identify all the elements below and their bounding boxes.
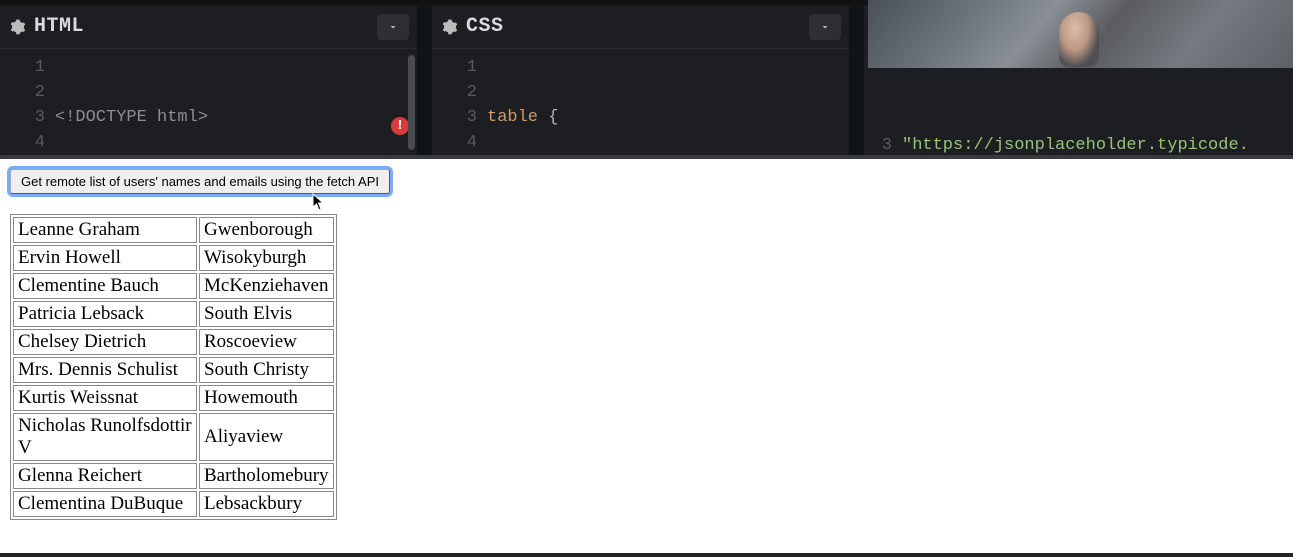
table-row: Nicholas Runolfsdottir VAliyaview (13, 413, 334, 461)
user-name-cell: Patricia Lebsack (13, 301, 197, 327)
bottom-bar (0, 553, 1293, 557)
user-city-cell: McKenziehaven (199, 273, 334, 299)
cursor-icon (312, 193, 326, 211)
pane-dropdown-css[interactable] (809, 14, 841, 40)
pane-dropdown-html[interactable] (377, 14, 409, 40)
pane-title-css: CSS (466, 15, 504, 38)
gutter-html: 1 2 3 4 (0, 55, 55, 155)
scrollbar-html[interactable] (408, 55, 415, 150)
pane-header-css: CSS (432, 5, 849, 49)
user-city-cell: Gwenborough (199, 217, 334, 243)
gear-icon[interactable] (10, 19, 26, 35)
table-row: Mrs. Dennis SchulistSouth Christy (13, 357, 334, 383)
error-badge[interactable]: ! (391, 117, 409, 135)
user-name-cell: Ervin Howell (13, 245, 197, 271)
chevron-down-icon (387, 21, 399, 33)
chevron-down-icon (819, 21, 831, 33)
table-row: Glenna ReichertBartholomebury (13, 463, 334, 489)
table-row: Patricia LebsackSouth Elvis (13, 301, 334, 327)
code-lines-html: <!DOCTYPE html> <html lang="en"> <head> … (55, 55, 417, 155)
user-name-cell: Mrs. Dennis Schulist (13, 357, 197, 383)
user-city-cell: Lebsackbury (199, 491, 334, 517)
table-row: Leanne GrahamGwenborough (13, 217, 334, 243)
table-row: Clementine BauchMcKenziehaven (13, 273, 334, 299)
code-lines-js: "https://jsonplaceholder.typicode. com/u… (902, 83, 1293, 155)
code-lines-css: table { margin-top: 20px; } table, tr, t… (487, 55, 849, 155)
webcam-overlay (868, 0, 1293, 68)
fetch-users-button[interactable]: Get remote list of users' names and emai… (10, 169, 390, 194)
user-city-cell: Aliyaview (199, 413, 334, 461)
users-table: Leanne GrahamGwenboroughErvin HowellWiso… (10, 214, 337, 520)
user-name-cell: Chelsey Dietrich (13, 329, 197, 355)
code-body-css[interactable]: 1 2 3 4 table { margin-top: 20px; } tabl… (432, 49, 849, 155)
user-city-cell: South Elvis (199, 301, 334, 327)
table-row: Clementina DuBuqueLebsackbury (13, 491, 334, 517)
user-name-cell: Nicholas Runolfsdottir V (13, 413, 197, 461)
gear-icon[interactable] (442, 19, 458, 35)
user-city-cell: Roscoeview (199, 329, 334, 355)
table-row: Ervin HowellWisokyburgh (13, 245, 334, 271)
user-name-cell: Leanne Graham (13, 217, 197, 243)
code-body-html[interactable]: 1 2 3 4 <!DOCTYPE html> <html lang="en">… (0, 49, 417, 155)
user-name-cell: Glenna Reichert (13, 463, 197, 489)
user-city-cell: South Christy (199, 357, 334, 383)
user-city-cell: Bartholomebury (199, 463, 334, 489)
user-name-cell: Clementina DuBuque (13, 491, 197, 517)
user-city-cell: Wisokyburgh (199, 245, 334, 271)
pane-title-html: HTML (34, 15, 84, 38)
user-city-cell: Howemouth (199, 385, 334, 411)
pane-html: HTML 1 2 3 4 <!DOCTYPE html> <html lang=… (0, 5, 432, 155)
table-row: Kurtis WeissnatHowemouth (13, 385, 334, 411)
gutter-css: 1 2 3 4 (432, 55, 487, 155)
preview-area: Get remote list of users' names and emai… (0, 159, 1293, 557)
gutter-js: 3 (864, 83, 902, 155)
user-name-cell: Clementine Bauch (13, 273, 197, 299)
user-name-cell: Kurtis Weissnat (13, 385, 197, 411)
pane-header-html: HTML (0, 5, 417, 49)
pane-css: CSS 1 2 3 4 table { margin-top: 20px; } … (432, 5, 864, 155)
table-row: Chelsey DietrichRoscoeview (13, 329, 334, 355)
